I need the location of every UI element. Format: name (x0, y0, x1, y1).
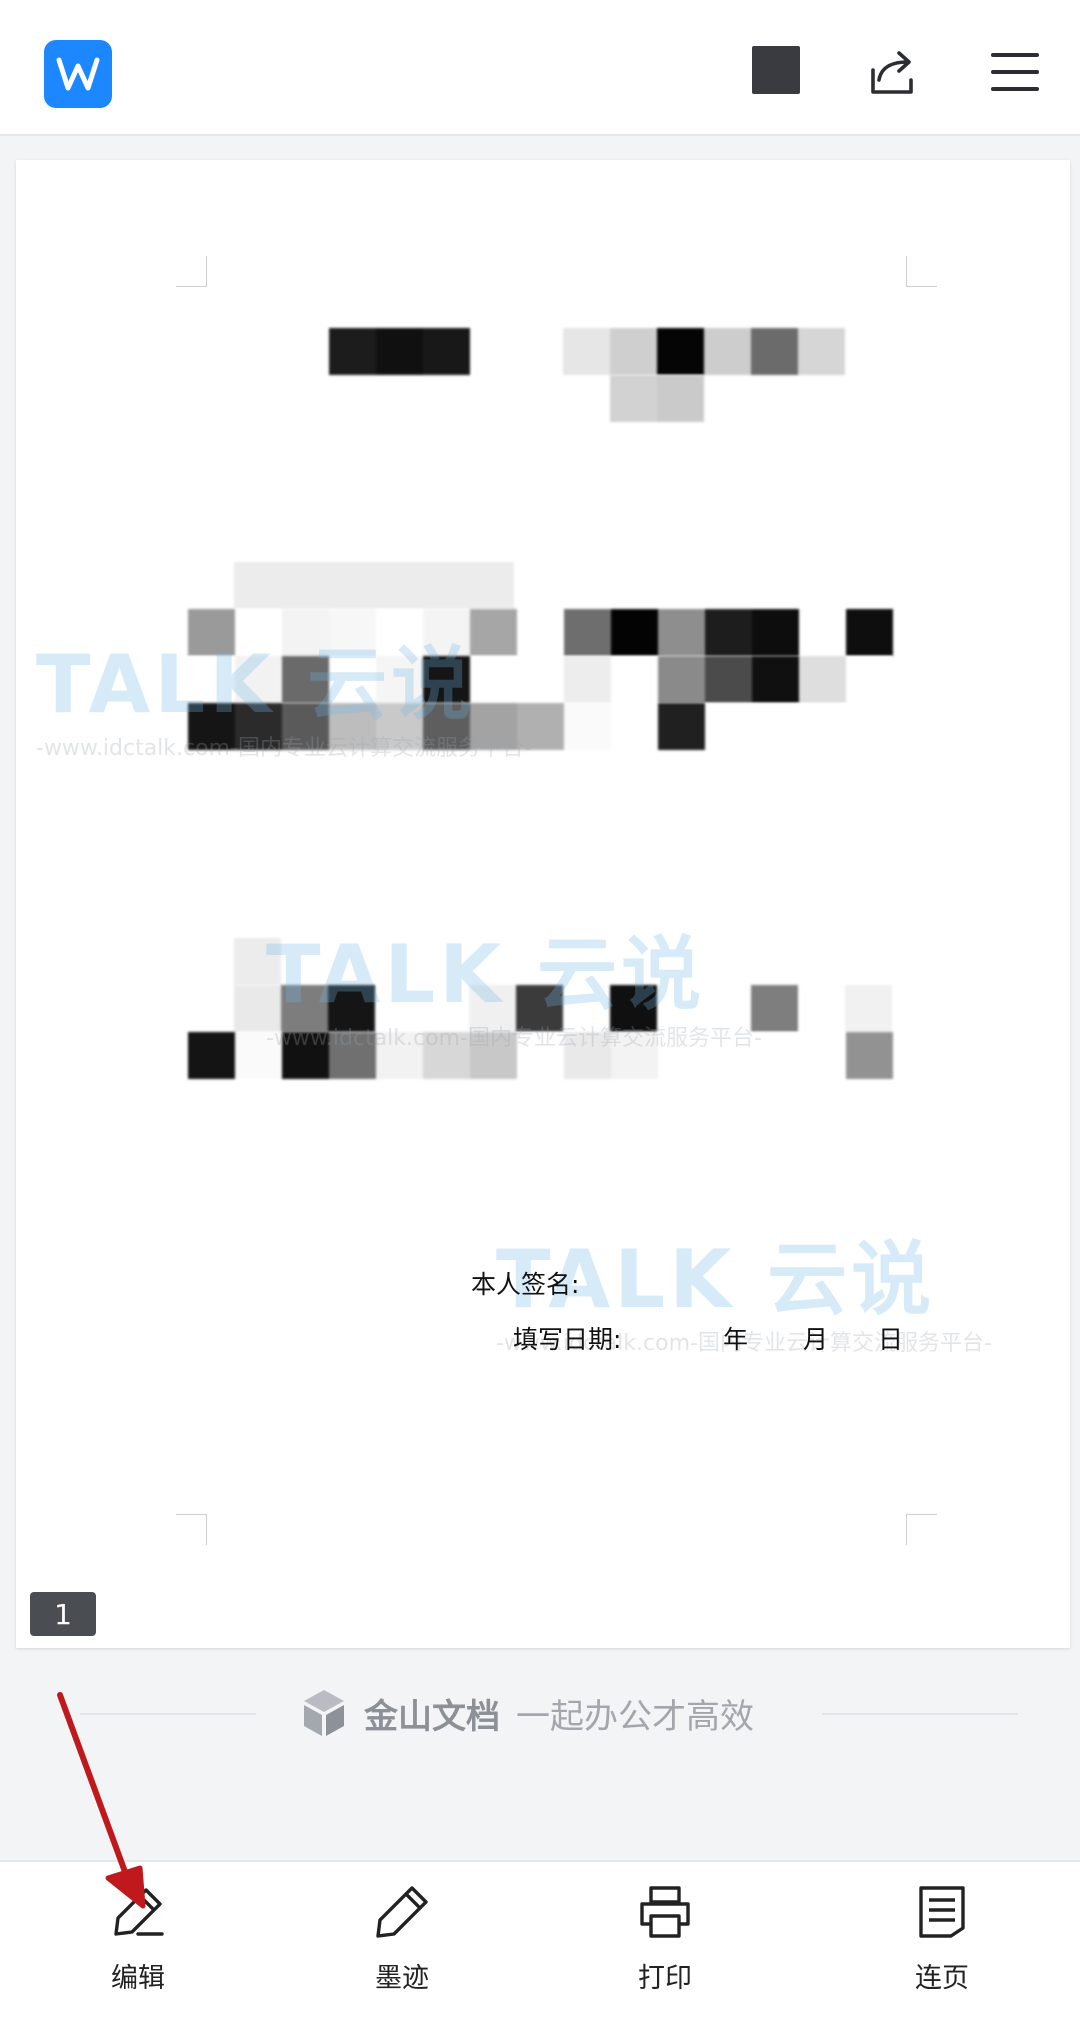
continuous-page-button[interactable]: 连页 (872, 1882, 1012, 2012)
margin-mark (906, 256, 937, 287)
pencil-icon (108, 1882, 168, 1942)
top-bar (0, 0, 1080, 136)
brand-name: 金山文档 (364, 1696, 500, 1737)
redacted-line (234, 562, 514, 609)
edit-label: 编辑 (111, 1963, 165, 1994)
bottom-toolbar: 编辑 墨迹 打印 连页 (0, 1860, 1080, 2022)
redacted-paragraph (234, 938, 798, 985)
document-page[interactable]: TALK 云说 -www.idctalk.com-国内专业云计算交流服务平台- … (16, 160, 1070, 1648)
day-label: 日 (878, 1325, 904, 1354)
share-icon[interactable] (863, 42, 923, 102)
margin-mark (176, 256, 207, 287)
wps-writer-logo-icon[interactable] (44, 40, 112, 108)
page-number-badge: 1 (30, 1592, 96, 1636)
divider (80, 1713, 256, 1715)
redacted-square-icon[interactable] (752, 46, 800, 94)
signature-label: 本人签名: (471, 1270, 580, 1299)
redacted-title (610, 375, 704, 422)
edit-button[interactable]: 编辑 (68, 1882, 208, 2012)
print-label: 打印 (638, 1963, 692, 1994)
screen: TALK 云说 -www.idctalk.com-国内专业云计算交流服务平台- … (0, 0, 1080, 2022)
redacted-paragraph (234, 985, 892, 1032)
redacted-title (563, 328, 845, 375)
margin-mark (176, 1514, 207, 1545)
brand-slogan: 一起办公才高效 (516, 1696, 754, 1737)
redacted-title (329, 328, 470, 375)
document-lines-icon (912, 1882, 972, 1942)
ink-label: 墨迹 (375, 1963, 429, 1994)
margin-mark (906, 1514, 937, 1545)
redacted-paragraph (188, 609, 893, 656)
year-label: 年 (723, 1325, 749, 1354)
kdocs-logo-icon (304, 1690, 344, 1736)
redacted-paragraph (188, 656, 893, 703)
redacted-paragraph (188, 703, 893, 750)
ink-button[interactable]: 墨迹 (332, 1882, 472, 2012)
date-label: 填写日期: (513, 1325, 622, 1354)
print-button[interactable]: 打印 (595, 1882, 735, 2012)
hamburger-menu-icon[interactable] (985, 42, 1045, 102)
divider (822, 1713, 1018, 1715)
continuous-page-label: 连页 (915, 1963, 969, 1994)
pen-icon (372, 1882, 432, 1942)
branding: 金山文档 一起办公才高效 (300, 1688, 754, 1738)
month-label: 月 (803, 1325, 829, 1354)
redacted-paragraph (188, 1032, 893, 1079)
printer-icon (635, 1882, 695, 1942)
